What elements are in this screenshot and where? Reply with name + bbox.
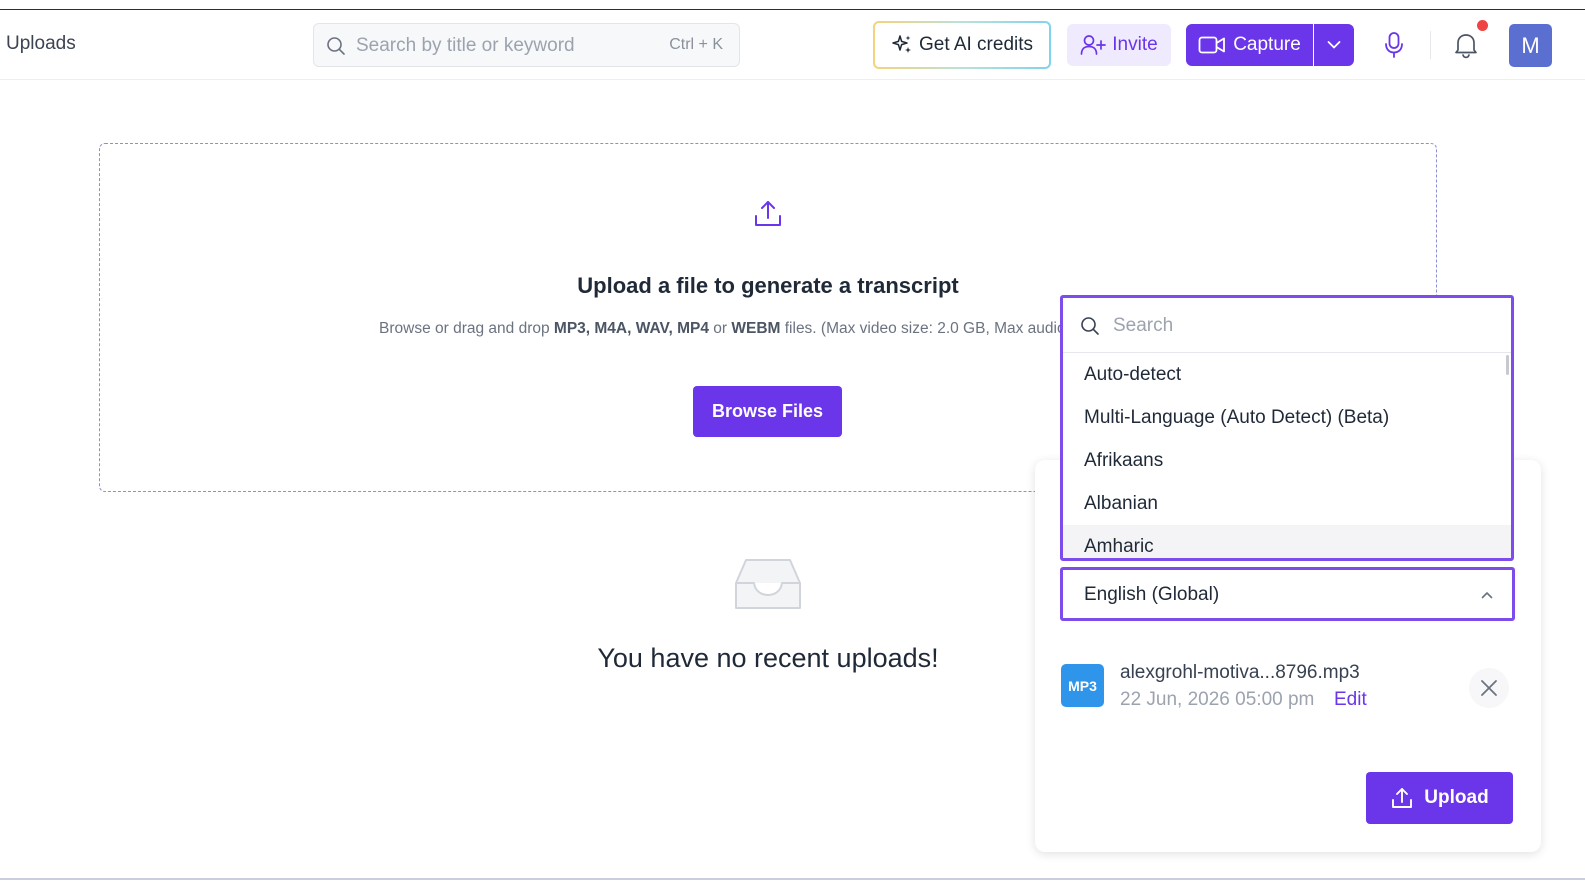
- bell-icon: [1455, 34, 1477, 59]
- language-search[interactable]: [1063, 298, 1511, 353]
- language-selected-value: English (Global): [1084, 584, 1220, 605]
- subtitle-formats-primary: MP3, M4A, WAV, MP4: [553, 320, 709, 337]
- search-input[interactable]: [356, 32, 646, 60]
- microphone-icon: [1385, 32, 1403, 58]
- window-top-border: [0, 0, 1585, 10]
- notifications-button[interactable]: [1450, 29, 1482, 61]
- language-select[interactable]: English (Global): [1060, 567, 1515, 621]
- language-options-list: Auto-detect Multi-Language (Auto Detect)…: [1063, 353, 1511, 558]
- record-audio-button[interactable]: [1378, 29, 1410, 61]
- search-icon: [1081, 317, 1099, 335]
- add-user-icon: [1080, 35, 1107, 55]
- video-camera-icon: [1198, 36, 1226, 54]
- upload-icon: [1392, 788, 1413, 808]
- capture-options-dropdown[interactable]: [1314, 24, 1354, 66]
- top-header: Uploads Ctrl + K Get AI credits Invite: [0, 11, 1585, 80]
- window-bottom-border: [0, 878, 1585, 880]
- get-ai-credits-label: Get AI credits: [918, 34, 1034, 55]
- dropdown-scrollbar[interactable]: [1506, 355, 1509, 375]
- language-option[interactable]: Albanian: [1063, 482, 1511, 525]
- close-icon: [1481, 680, 1497, 696]
- subtitle-formats-secondary: WEBM: [731, 320, 781, 337]
- search-icon: [327, 37, 345, 55]
- invite-button[interactable]: Invite: [1067, 24, 1171, 66]
- remove-file-button[interactable]: [1469, 668, 1509, 708]
- file-date: 22 Jun, 2026 05:00 pm: [1120, 689, 1315, 710]
- upload-button[interactable]: Upload: [1366, 772, 1513, 824]
- language-option[interactable]: Multi-Language (Auto Detect) (Beta): [1063, 396, 1511, 439]
- header-divider: [1430, 31, 1431, 59]
- subtitle-suffix: files. (Max video size: 2.0 GB, Max audi…: [780, 320, 1066, 337]
- page-title: Uploads: [6, 33, 76, 54]
- edit-file-link[interactable]: Edit: [1334, 689, 1367, 711]
- inbox-icon: [735, 559, 801, 609]
- search-shortcut-hint: Ctrl + K: [669, 36, 723, 53]
- sparkles-icon: [892, 35, 911, 53]
- chevron-up-icon: [1481, 592, 1493, 599]
- subtitle-or: or: [708, 320, 732, 337]
- language-search-input[interactable]: [1113, 311, 1493, 341]
- global-search[interactable]: Ctrl + K: [313, 23, 740, 67]
- file-name: alexgrohl-motiva...8796.mp3: [1120, 662, 1360, 683]
- capture-button[interactable]: Capture: [1186, 24, 1313, 66]
- invite-label: Invite: [1112, 34, 1158, 55]
- chevron-down-icon: [1327, 41, 1341, 49]
- language-option[interactable]: Afrikaans: [1063, 439, 1511, 482]
- upload-label: Upload: [1424, 787, 1489, 808]
- language-option[interactable]: Amharic: [1063, 525, 1511, 558]
- subtitle-prefix: Browse or drag and drop: [379, 320, 554, 337]
- upload-icon: [755, 201, 781, 226]
- browse-files-button[interactable]: Browse Files: [693, 386, 842, 437]
- get-ai-credits-button[interactable]: Get AI credits: [873, 21, 1051, 69]
- language-option[interactable]: Auto-detect: [1063, 353, 1511, 396]
- language-dropdown-menu: Auto-detect Multi-Language (Auto Detect)…: [1060, 295, 1514, 561]
- capture-label: Capture: [1233, 34, 1301, 55]
- dropzone-subtitle: Browse or drag and drop MP3, M4A, WAV, M…: [379, 320, 1066, 338]
- mp3-file-icon: MP3: [1061, 664, 1104, 707]
- user-avatar[interactable]: M: [1509, 24, 1552, 67]
- notification-dot: [1477, 20, 1488, 31]
- selected-file-item: MP3 alexgrohl-motiva...8796.mp3 22 Jun, …: [1061, 660, 1511, 715]
